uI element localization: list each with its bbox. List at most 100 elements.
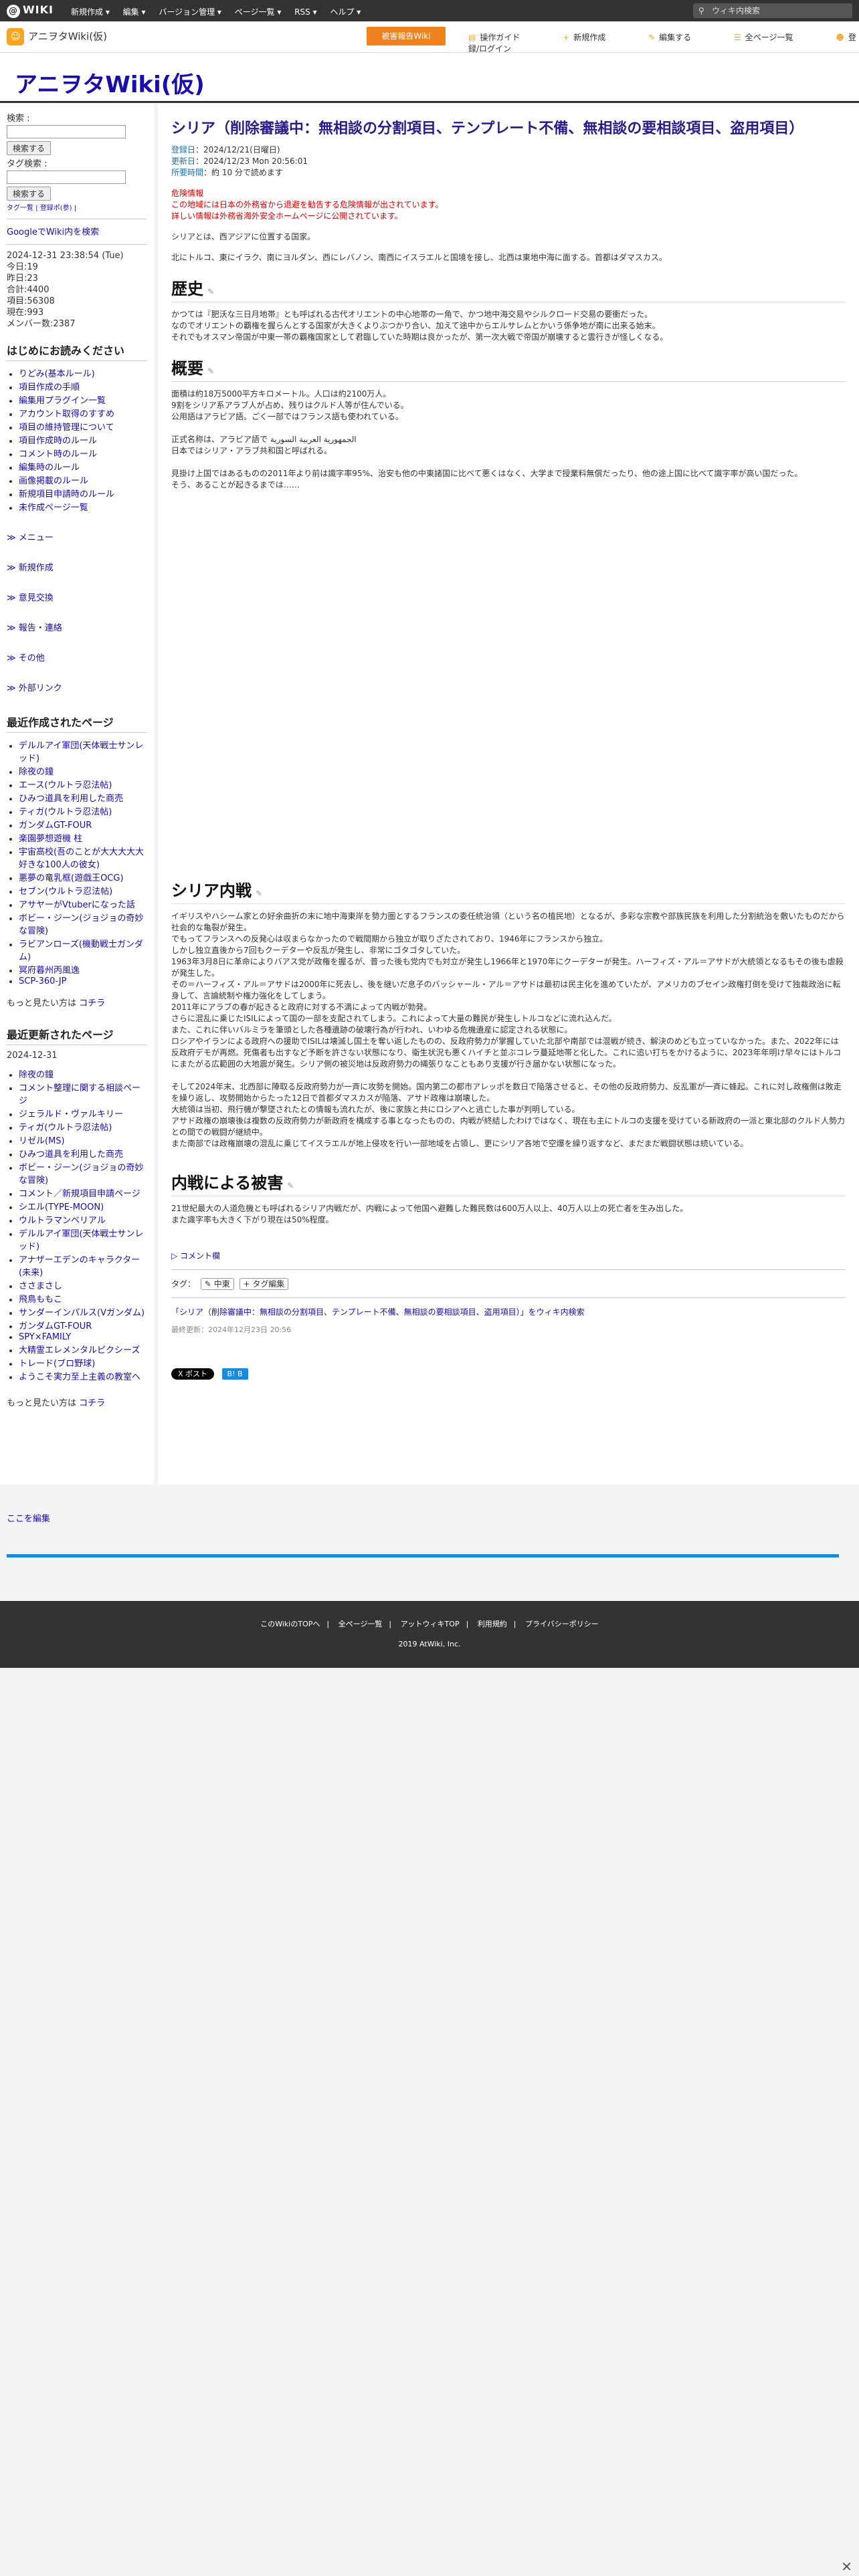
list-item[interactable]: ようこそ実力至上主義の教室へ bbox=[19, 1372, 140, 1382]
list-item[interactable]: ガンダムGT-FOUR bbox=[19, 821, 92, 831]
site-name[interactable]: ☺ アニヲタWiki(仮) bbox=[7, 28, 107, 45]
hatena-bookmark-button[interactable]: B! B bbox=[221, 1368, 248, 1380]
footer-link[interactable]: アットウィキTOP bbox=[401, 1620, 460, 1628]
sidebar-link[interactable]: 画像掲載のルール bbox=[19, 476, 88, 486]
atwiki-logo[interactable]: @ WIKI bbox=[7, 3, 54, 18]
more-updated: もっと見たい方は コチラ bbox=[7, 1398, 106, 1408]
wiki-search-input[interactable]: ⚲ ウィキ内検索 bbox=[693, 3, 852, 18]
tag-edit-button[interactable]: + タグ編集 bbox=[239, 1278, 289, 1290]
recent-updated-date: 2024-12-31 bbox=[7, 1051, 58, 1061]
menu-new[interactable]: 新規作成 ▾ bbox=[71, 7, 110, 17]
sidebar-link[interactable]: 項目作成の手順 bbox=[19, 383, 80, 393]
edit-section-icon[interactable]: ✎ bbox=[256, 889, 262, 898]
nav-other[interactable]: ≫ その他 bbox=[7, 651, 147, 663]
list-item[interactable]: ボビー・ジーン(ジョジョの奇妙な冒険) bbox=[19, 914, 143, 936]
nav-menu[interactable]: ≫ メニュー bbox=[7, 530, 147, 543]
sidebar-link[interactable]: 未作成ページ一覧 bbox=[19, 503, 88, 513]
list-item[interactable]: 除夜の鐘 bbox=[19, 1070, 54, 1080]
sidebar-link[interactable]: 項目の維持管理について bbox=[19, 423, 114, 433]
recent-updated-heading: 最近更新されたページ bbox=[7, 1026, 147, 1045]
sidebar-search-input[interactable] bbox=[7, 125, 126, 138]
sidebar-search-button[interactable]: 検索する bbox=[7, 141, 52, 155]
sidebar-link[interactable]: 編集時のルール bbox=[19, 463, 80, 473]
nav-new[interactable]: ≫ 新規作成 bbox=[7, 560, 147, 573]
damage-text: 21世紀最大の人道危機とも呼ばれるシリア内戦だが、内戦によって他国へ避難した難民… bbox=[171, 1204, 688, 1224]
menu-help[interactable]: ヘルプ ▾ bbox=[330, 7, 361, 17]
list-item[interactable]: ラビアンローズ(機動戦士ガンダム) bbox=[19, 940, 143, 962]
list-item[interactable]: シエル(TYPE-MOON) bbox=[19, 1202, 104, 1212]
list-item[interactable]: SPY×FAMILY bbox=[19, 1332, 71, 1342]
list-item[interactable]: セブン(ウルトラ忍法帖) bbox=[19, 887, 112, 897]
tag-search-input[interactable] bbox=[7, 171, 126, 184]
list-item[interactable]: デルルアイ軍団(天体戦士サンレッド) bbox=[19, 1229, 143, 1252]
danger-notice: 危険情報 この地域には日本の外務省から退避を勧告する危険情報が出されています。 … bbox=[171, 189, 444, 221]
list-item[interactable]: ウルトラマンベリアル bbox=[19, 1216, 106, 1226]
list-item[interactable]: 除夜の鐘 bbox=[19, 767, 54, 777]
list-item[interactable]: ひみつ道具を利用した商売 bbox=[19, 1150, 123, 1160]
sidebar-link[interactable]: りどみ(基本ルール) bbox=[19, 369, 95, 379]
footer-link[interactable]: このWikiのTOPへ bbox=[260, 1620, 320, 1628]
tag-list-link[interactable]: タグ一覧 | 登録ポ(参) | bbox=[7, 202, 147, 212]
edit-section-icon[interactable]: ✎ bbox=[287, 1181, 294, 1190]
google-search-link[interactable]: GoogleでWiki内を検索 bbox=[7, 227, 99, 237]
nav-external[interactable]: ≫ 外部リンク bbox=[7, 681, 147, 693]
all-pages-button[interactable]: ☰ 全ページ一覧 bbox=[734, 33, 814, 42]
plus-icon: + bbox=[563, 33, 570, 42]
list-item[interactable]: 冥府暮州丙風逸 bbox=[19, 966, 80, 976]
list-item[interactable]: 楽園夢想遊機 柱 bbox=[19, 834, 82, 844]
list-item[interactable]: エース(ウルトラ忍法帖) bbox=[19, 780, 112, 790]
nav-report[interactable]: ≫ 報告・連絡 bbox=[7, 621, 147, 633]
edit-section-icon[interactable]: ✎ bbox=[207, 287, 214, 296]
edit-here-link[interactable]: ここを編集 bbox=[7, 1511, 50, 1524]
menu-edit[interactable]: 編集 ▾ bbox=[123, 7, 146, 17]
list-item[interactable]: ひみつ道具を利用した商売 bbox=[19, 794, 123, 804]
footer: このWikiのTOPへ | 全ページ一覧 | アットウィキTOP | 利用規約 | プラ… bbox=[0, 1601, 859, 1668]
menu-version[interactable]: バージョン管理 ▾ bbox=[159, 7, 221, 17]
list-item[interactable]: アナザーエデンのキャラクター(未来) bbox=[19, 1255, 140, 1278]
menu-rss[interactable]: RSS ▾ bbox=[294, 7, 316, 17]
damage-report-wiki-button[interactable]: 被害報告Wiki bbox=[367, 27, 446, 45]
tag-search-button[interactable]: 検索する bbox=[7, 187, 52, 201]
sidebar-link[interactable]: 項目作成時のルール bbox=[19, 436, 97, 446]
list-item[interactable]: 飛鳥ももこ bbox=[19, 1295, 62, 1305]
list-item[interactable]: ティガ(ウルトラ忍法帖) bbox=[19, 1123, 112, 1133]
list-item[interactable]: ささまさし bbox=[19, 1281, 62, 1291]
tag-chip[interactable]: ✎ 中東 bbox=[200, 1278, 234, 1290]
sidebar-link[interactable]: 編集用プラグイン一覧 bbox=[19, 396, 106, 406]
sidebar-link[interactable]: コメント時のルール bbox=[19, 449, 97, 459]
list-item[interactable]: デルルアイ軍団(天体戦士サンレッド) bbox=[19, 741, 143, 764]
edit-section-icon[interactable]: ✎ bbox=[207, 366, 214, 376]
list-item[interactable]: ティガ(ウルトラ忍法帖) bbox=[19, 807, 112, 817]
more-updated-link[interactable]: コチラ bbox=[79, 1398, 105, 1408]
list-item[interactable]: コメント／新規項目申請ページ bbox=[19, 1189, 140, 1199]
guide-button[interactable]: ▤ 操作ガイド bbox=[468, 33, 540, 42]
list-item[interactable]: リゼル(MS) bbox=[19, 1136, 65, 1146]
logo-mark-icon: @ bbox=[7, 5, 20, 18]
list-item[interactable]: コメント整理に関する相談ページ bbox=[19, 1083, 140, 1106]
list-item[interactable]: サンダーインパルス(Vガンダム) bbox=[19, 1308, 145, 1318]
comment-toggle[interactable]: ▷ コメント欄 bbox=[171, 1250, 846, 1261]
sidebar-link[interactable]: アカウント取得のすすめ bbox=[19, 409, 114, 419]
nav-discussion[interactable]: ≫ 意見交換 bbox=[7, 591, 147, 603]
x-post-button[interactable]: X ポスト bbox=[171, 1368, 215, 1380]
menu-pages[interactable]: ページ一覧 ▾ bbox=[235, 7, 282, 17]
list-item[interactable]: トレード(ブロ野球) bbox=[19, 1359, 95, 1369]
list-item[interactable]: 宇宙高校(吾のことが大大大大大好きな100人の彼女) bbox=[19, 847, 144, 870]
list-item[interactable]: ガンダムGT-FOUR bbox=[19, 1321, 92, 1331]
footer-link[interactable]: 全ページ一覧 bbox=[339, 1620, 383, 1628]
footer-link[interactable]: プライバシーポリシー bbox=[525, 1620, 599, 1628]
footer-link[interactable]: 利用規約 bbox=[478, 1620, 507, 1628]
close-icon[interactable]: ✕ bbox=[841, 2559, 852, 2575]
list-item[interactable]: 悪夢の竜乳框(遊戯王OCG) bbox=[19, 873, 124, 883]
edit-button[interactable]: ✎ 編集する bbox=[648, 33, 711, 42]
list-item[interactable]: 大精霊エレメンタルピクシーズ bbox=[19, 1346, 140, 1356]
list-item[interactable]: アサヤーがVtuberになった話 bbox=[19, 900, 135, 910]
wiki-search-link[interactable]: 「シリア（削除審議中：無相談の分割項目、テンプレート不備、無相談の要相談項目、盗… bbox=[171, 1306, 846, 1317]
more-created-link[interactable]: コチラ bbox=[79, 998, 105, 1008]
sidebar-link[interactable]: 新規項目申請時のルール bbox=[19, 490, 114, 500]
site-title[interactable]: アニヲタWiki(仮) bbox=[15, 66, 205, 99]
list-item[interactable]: ジェラルド・ヴァルキリー bbox=[19, 1109, 123, 1119]
new-page-button[interactable]: + 新規作成 bbox=[563, 33, 626, 42]
list-item[interactable]: ボビー・ジーン(ジョジョの奇妙な冒険) bbox=[19, 1163, 143, 1186]
list-item[interactable]: SCP-360-JP bbox=[19, 976, 66, 986]
